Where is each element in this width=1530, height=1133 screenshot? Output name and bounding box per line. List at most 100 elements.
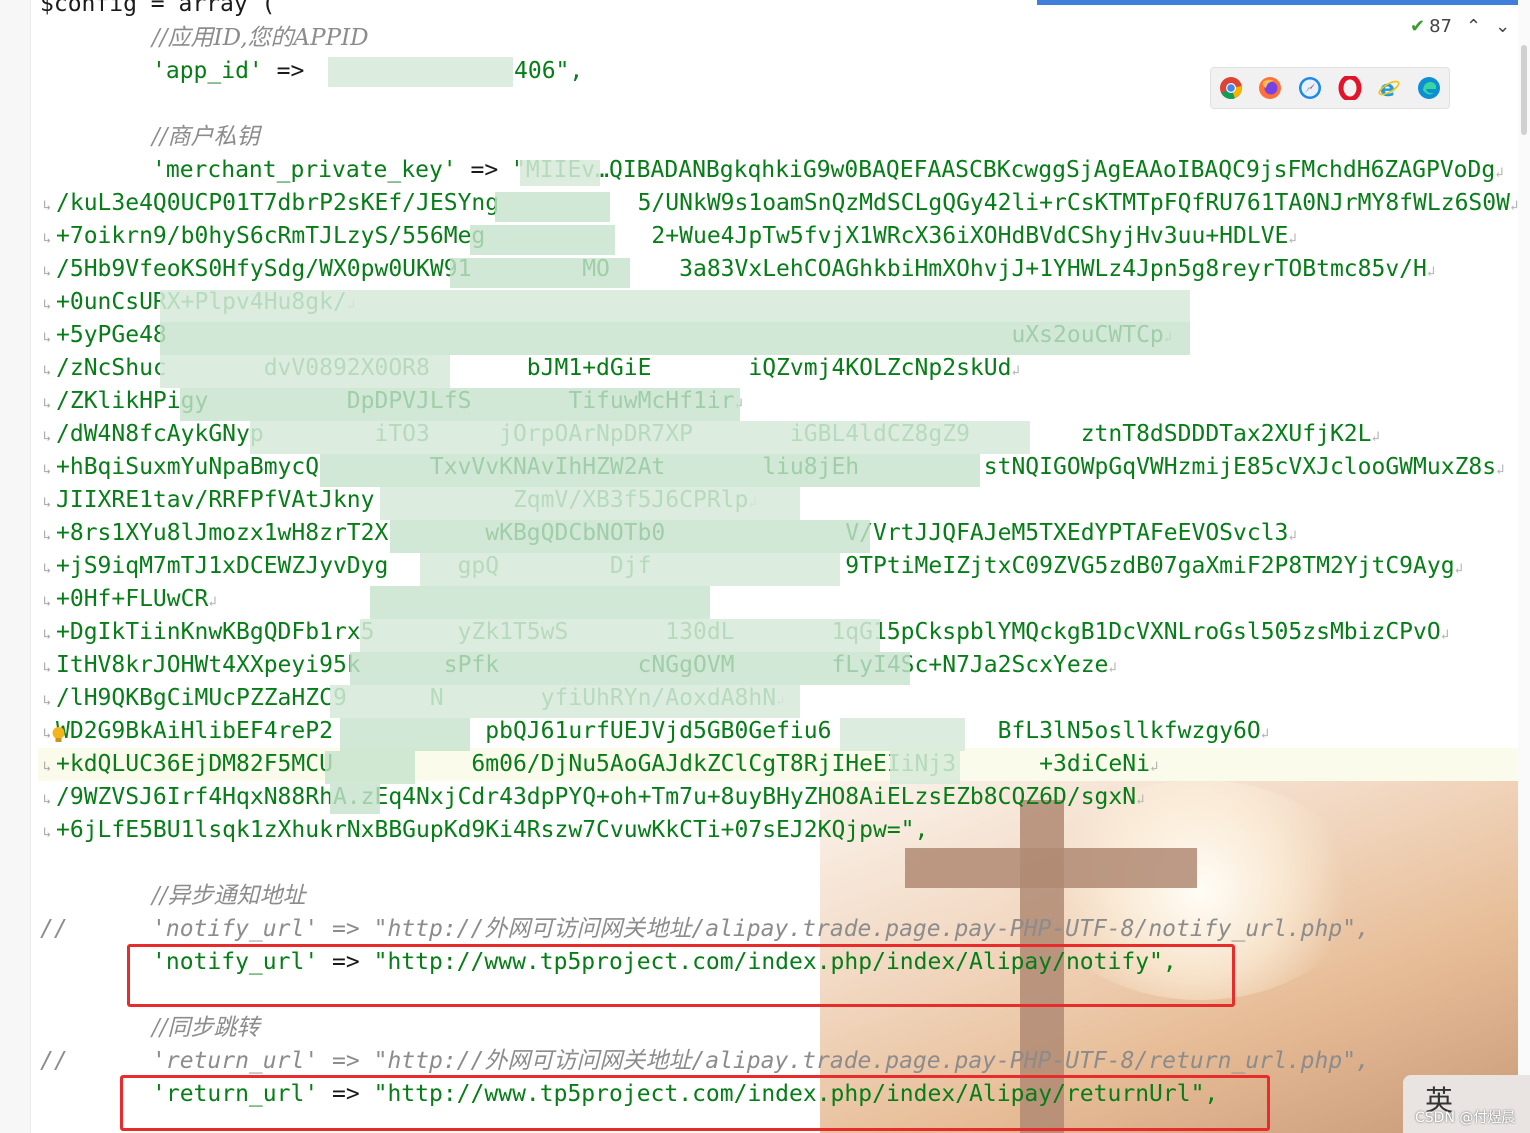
private-key-line: ↳/5Hb9VfeoKS0HfySdg/WX0pw0UKW91 MO 3a83V… (38, 253, 1518, 286)
soft-wrap-icon: ↳ (42, 462, 52, 478)
highlight-return-url (120, 1075, 1270, 1131)
safari-icon[interactable] (1298, 76, 1322, 100)
code-line-app-id: 'app_id' => (152, 58, 305, 84)
wrap-marker: ↲ (1149, 759, 1159, 775)
wrap-marker: ↲ (1288, 528, 1297, 544)
csdn-watermark: 英 CSDN @付煜晨 (1403, 1075, 1530, 1133)
editor-gutter (0, 0, 31, 1133)
redacted-block (390, 520, 870, 553)
redacted-block (350, 652, 910, 685)
redacted-block (495, 192, 610, 222)
private-key-line: ↳ +0Hf+FLUwCR↲ (38, 583, 1518, 616)
watermark-text: CSDN @付煜晨 (1415, 1110, 1516, 1126)
wrap-marker: ↲ (1260, 726, 1270, 742)
redacted-block (320, 454, 980, 487)
code-line-private-key: 'merchant_private_key' => "MIIEv…QIBADAN… (152, 157, 1504, 183)
private-key-text: /9WZVSJ6Irf4HqxN88RhA.zEq4NxjCdr43dpPYQ+… (56, 784, 1137, 810)
app-id-value-tail: 406", (514, 58, 584, 84)
private-key-text: +7oikrn9/b0hyS6cRmTJLzyS/556Meg 2+Wue4Jp… (56, 223, 1289, 249)
comment-app-id: //应用ID,您的APPID (152, 25, 369, 51)
chrome-icon[interactable] (1219, 76, 1243, 100)
redacted-block (160, 322, 1190, 355)
private-key-text: +kdQLUC36EjDM82F5MCU 6m06/DjNu5AoGAJdkZC… (56, 751, 1150, 777)
soft-wrap-icon: ↳ (42, 825, 52, 841)
redacted-block (325, 751, 415, 784)
comment-return: //同步跳转 (152, 1015, 260, 1041)
wrap-marker: ↲ (208, 594, 217, 610)
private-key-line: ↳ +6jLfE5BU1lsqk1zXhukrNxBBGupKd9Ki4Rszw7… (38, 814, 1518, 847)
edge-icon[interactable] (1417, 76, 1441, 100)
lightbulb-icon[interactable] (51, 726, 66, 744)
firefox-icon[interactable] (1258, 76, 1282, 100)
soft-wrap-icon: ↳ (42, 693, 52, 709)
wrap-marker: ↲ (1011, 363, 1020, 379)
wrap-marker: ↲ (1496, 462, 1505, 478)
inspection-ok-icon: ✔ (1410, 15, 1426, 37)
private-key-text: +6jLfE5BU1lsqk1zXhukrNxBBGupKd9Ki4Rszw7C… (56, 817, 929, 843)
private-key-text: WD2G9BkAiHlibEF4reP2 pbQJ61urfUEJVjd5GB0… (56, 718, 1261, 744)
private-key-text: /5Hb9VfeoKS0HfySdg/WX0pw0UKW91 MO 3a83Vx… (56, 256, 1427, 282)
code-line-notify-commented-body: 'notify_url' => "http://外网可访问网关地址/alipay… (152, 916, 1370, 942)
private-key-text: /kuL3e4Q0UCP01T7dbrP2sKEf/JESYng 5/UNkW9… (56, 190, 1510, 216)
private-key-line: ↳/kuL3e4Q0UCP01T7dbrP2sKEf/JESYng 5/UNkW… (38, 187, 1519, 220)
redacted-block (840, 718, 965, 751)
opera-icon[interactable] (1338, 76, 1362, 100)
wrap-marker: ↲ (1136, 792, 1145, 808)
browser-preview-bar: e (1210, 67, 1450, 109)
soft-wrap-icon: ↳ (42, 330, 52, 346)
redacted-block (380, 487, 800, 520)
comment-private-key: //商户私钥 (152, 124, 260, 150)
vertical-scrollbar[interactable] (1518, 0, 1530, 1133)
wrap-marker: ↲ (1371, 429, 1380, 445)
wrap-marker: ↲ (1440, 627, 1450, 643)
soft-wrap-icon: ↳ (42, 231, 52, 247)
redacted-block (370, 586, 710, 619)
highlight-notify-url (127, 944, 1235, 1007)
redacted-block (330, 784, 380, 814)
redacted-block (520, 160, 600, 186)
soft-wrap-icon: ↳ (42, 792, 52, 808)
code-line-header: $config = array ( (40, 0, 276, 17)
private-key-line: ↳/9WZVSJ6Irf4HqxN88RhA.zEq4NxjCdr43dpPYQ… (38, 781, 1518, 814)
redacted-block (160, 355, 450, 388)
ie-icon[interactable]: e (1377, 76, 1401, 100)
private-key-line: ↳ +7oikrn9/b0hyS6cRmTJLzyS/556Meg 2+Wue4J… (38, 220, 1518, 253)
soft-wrap-icon: ↳ (42, 528, 52, 544)
soft-wrap-icon: ↳ (42, 429, 52, 445)
soft-wrap-icon: ↳ (42, 297, 52, 313)
redacted-block (890, 751, 960, 784)
wrap-marker: ↲ (1108, 660, 1117, 676)
private-key-line: ↳ +kdQLUC36EjDM82F5MCU 6m06/DjNu5AoGAJdkZ… (38, 748, 1518, 781)
redacted-app-id (328, 57, 513, 87)
soft-wrap-icon: ↳ (42, 561, 52, 577)
soft-wrap-icon: ↳ (42, 264, 52, 280)
soft-wrap-icon: ↳ (42, 198, 52, 214)
code-line-return-commented: // (40, 1048, 68, 1074)
redacted-block (180, 388, 740, 421)
chevron-down-icon[interactable]: ⌄ (1495, 16, 1510, 37)
background-cross-horizontal (905, 848, 1197, 888)
soft-wrap-icon: ↳ (42, 363, 52, 379)
redacted-block (360, 619, 880, 652)
redacted-block (340, 718, 470, 751)
soft-wrap-icon: ↳ (42, 396, 52, 412)
scrollbar-thumb[interactable] (1521, 45, 1527, 135)
code-editor[interactable]: ✔ 87 ⌃ ⌄ e $config = array ( //应用ID,您的AP… (0, 0, 1530, 1133)
inspection-widget[interactable]: ✔ 87 ⌃ ⌄ (1410, 10, 1510, 42)
chevron-up-icon[interactable]: ⌃ (1466, 16, 1481, 37)
wrap-marker: ↲ (1454, 561, 1464, 577)
redacted-block (250, 421, 1030, 454)
soft-wrap-icon: ↳ (42, 627, 52, 643)
soft-wrap-icon: ↳ (42, 759, 52, 775)
redacted-block (420, 553, 840, 586)
redacted-block (470, 225, 615, 255)
redacted-block (330, 685, 800, 718)
inspection-count: 87 (1429, 15, 1452, 37)
wrap-marker: ↲ (1426, 264, 1436, 280)
wrap-marker: ↲ (1288, 231, 1297, 247)
code-line-notify-commented: // (40, 916, 68, 942)
code-line-return-commented-body: 'return_url' => "http://外网可访问网关地址/alipay… (152, 1048, 1370, 1074)
soft-wrap-icon: ↳ (42, 594, 52, 610)
redacted-block (450, 258, 630, 288)
soft-wrap-icon: ↳ (42, 495, 52, 511)
